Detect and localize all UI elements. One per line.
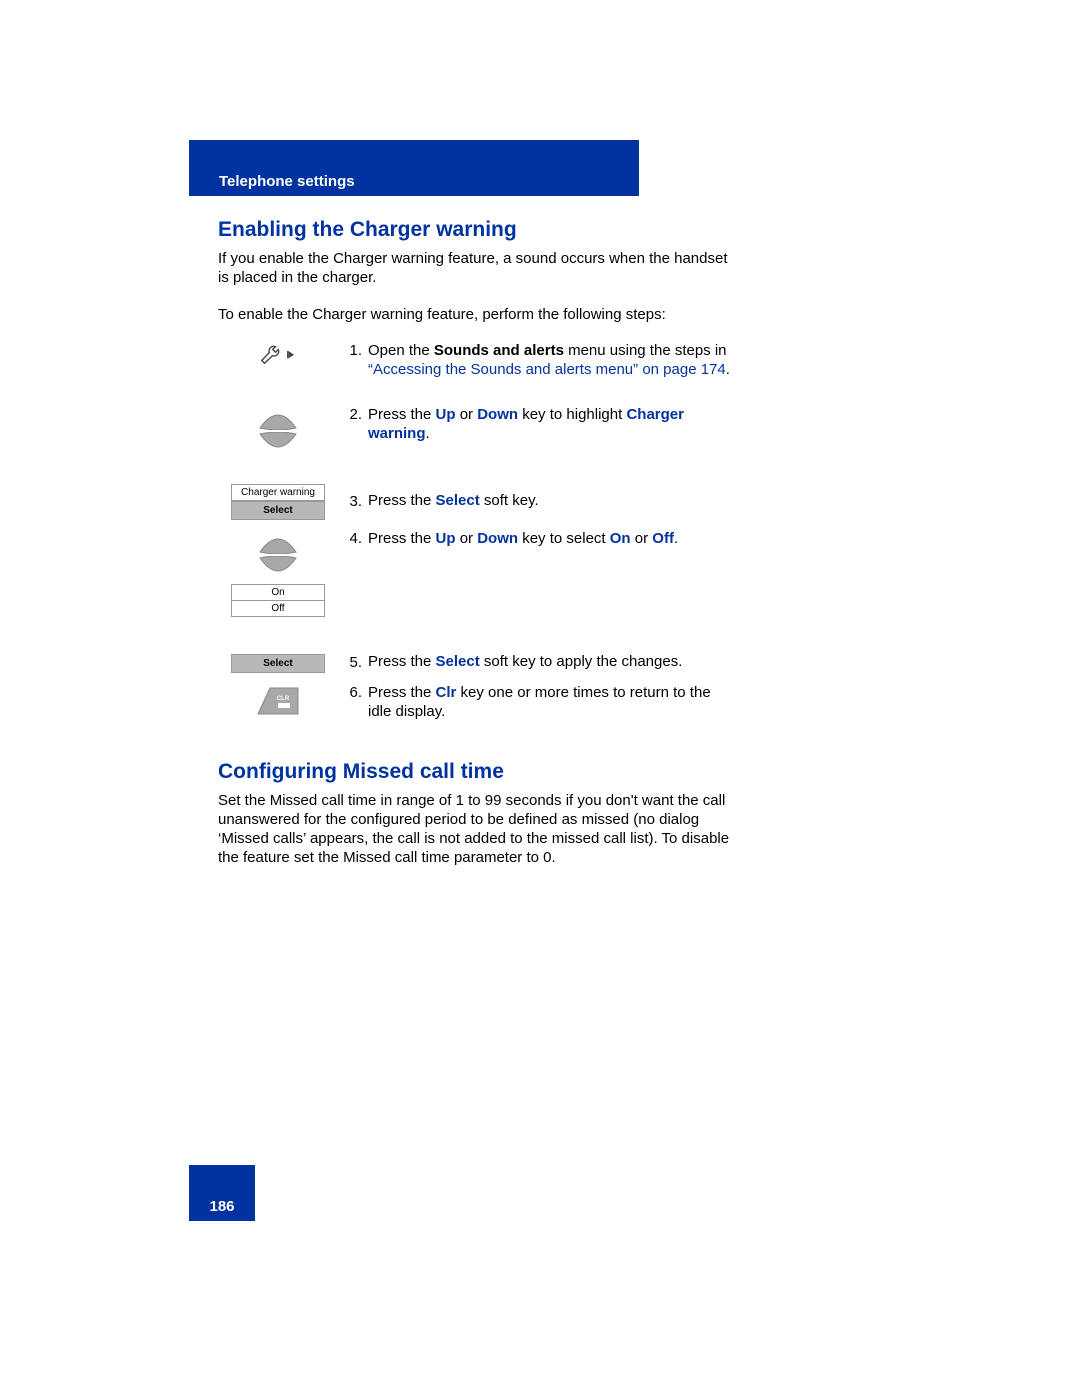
ui-option-on: On <box>232 585 324 601</box>
step-text: Open the Sounds and alerts menu using th… <box>368 342 738 380</box>
step-number: 1. <box>338 342 368 359</box>
step-6: CLR 6. Press the Clr key one or more tim… <box>218 684 738 728</box>
wrench-note-icon <box>259 344 297 366</box>
section-heading-missed-call: Configuring Missed call time <box>218 760 738 784</box>
step-number: 4. <box>338 530 368 547</box>
charger-warning-select-ui: Charger warning Select <box>231 484 325 520</box>
step-text: Press the Up or Down key to highlight Ch… <box>368 406 738 444</box>
step-text: Press the Select soft key. <box>368 492 738 511</box>
content-area: Enabling the Charger warning If you enab… <box>218 218 738 885</box>
svg-text:CLR: CLR <box>277 696 290 702</box>
step-text: Press the Up or Down key to select On or… <box>368 530 738 549</box>
step-2: 2. Press the Up or Down key to highlight… <box>218 406 738 472</box>
link-accessing-sounds-menu[interactable]: “Accessing the Sounds and alerts menu” o… <box>368 361 726 378</box>
ui-softkey-select: Select <box>231 501 325 520</box>
header-section-title: Telephone settings <box>219 173 355 190</box>
footer-page-number-bar: 186 <box>189 1165 255 1221</box>
step-number: 3. <box>338 493 368 510</box>
step-text: Press the Select soft key to apply the c… <box>368 653 738 672</box>
step-4: On Off 4. Press the Up or Down key to se… <box>218 530 738 640</box>
page-number: 186 <box>209 1198 234 1215</box>
step-3: Charger warning Select 3. Press the Sele… <box>218 476 738 526</box>
lead-paragraph: To enable the Charger warning feature, p… <box>218 306 738 325</box>
missed-call-paragraph: Set the Missed call time in range of 1 t… <box>218 792 738 867</box>
step-number: 6. <box>338 684 368 701</box>
clr-key-icon: CLR <box>256 686 300 716</box>
steps-list: 1. Open the Sounds and alerts menu using… <box>218 342 738 732</box>
on-off-nav-ui: On Off <box>231 532 325 617</box>
step-text: Press the Clr key one or more times to r… <box>368 684 738 722</box>
header-bar: Telephone settings <box>189 140 639 196</box>
up-down-nav-icon <box>258 408 298 454</box>
step-1: 1. Open the Sounds and alerts menu using… <box>218 342 738 402</box>
step-5: Select 5. Press the Select soft key to a… <box>218 644 738 680</box>
ui-option-off: Off <box>232 601 324 616</box>
intro-paragraph: If you enable the Charger warning featur… <box>218 250 738 288</box>
ui-softkey-select-2: Select <box>231 654 325 673</box>
step-number: 2. <box>338 406 368 423</box>
section-heading-charger-warning: Enabling the Charger warning <box>218 218 738 242</box>
document-page: Telephone settings Enabling the Charger … <box>0 0 1080 1397</box>
step-number: 5. <box>338 654 368 671</box>
ui-label-charger-warning: Charger warning <box>232 485 324 500</box>
